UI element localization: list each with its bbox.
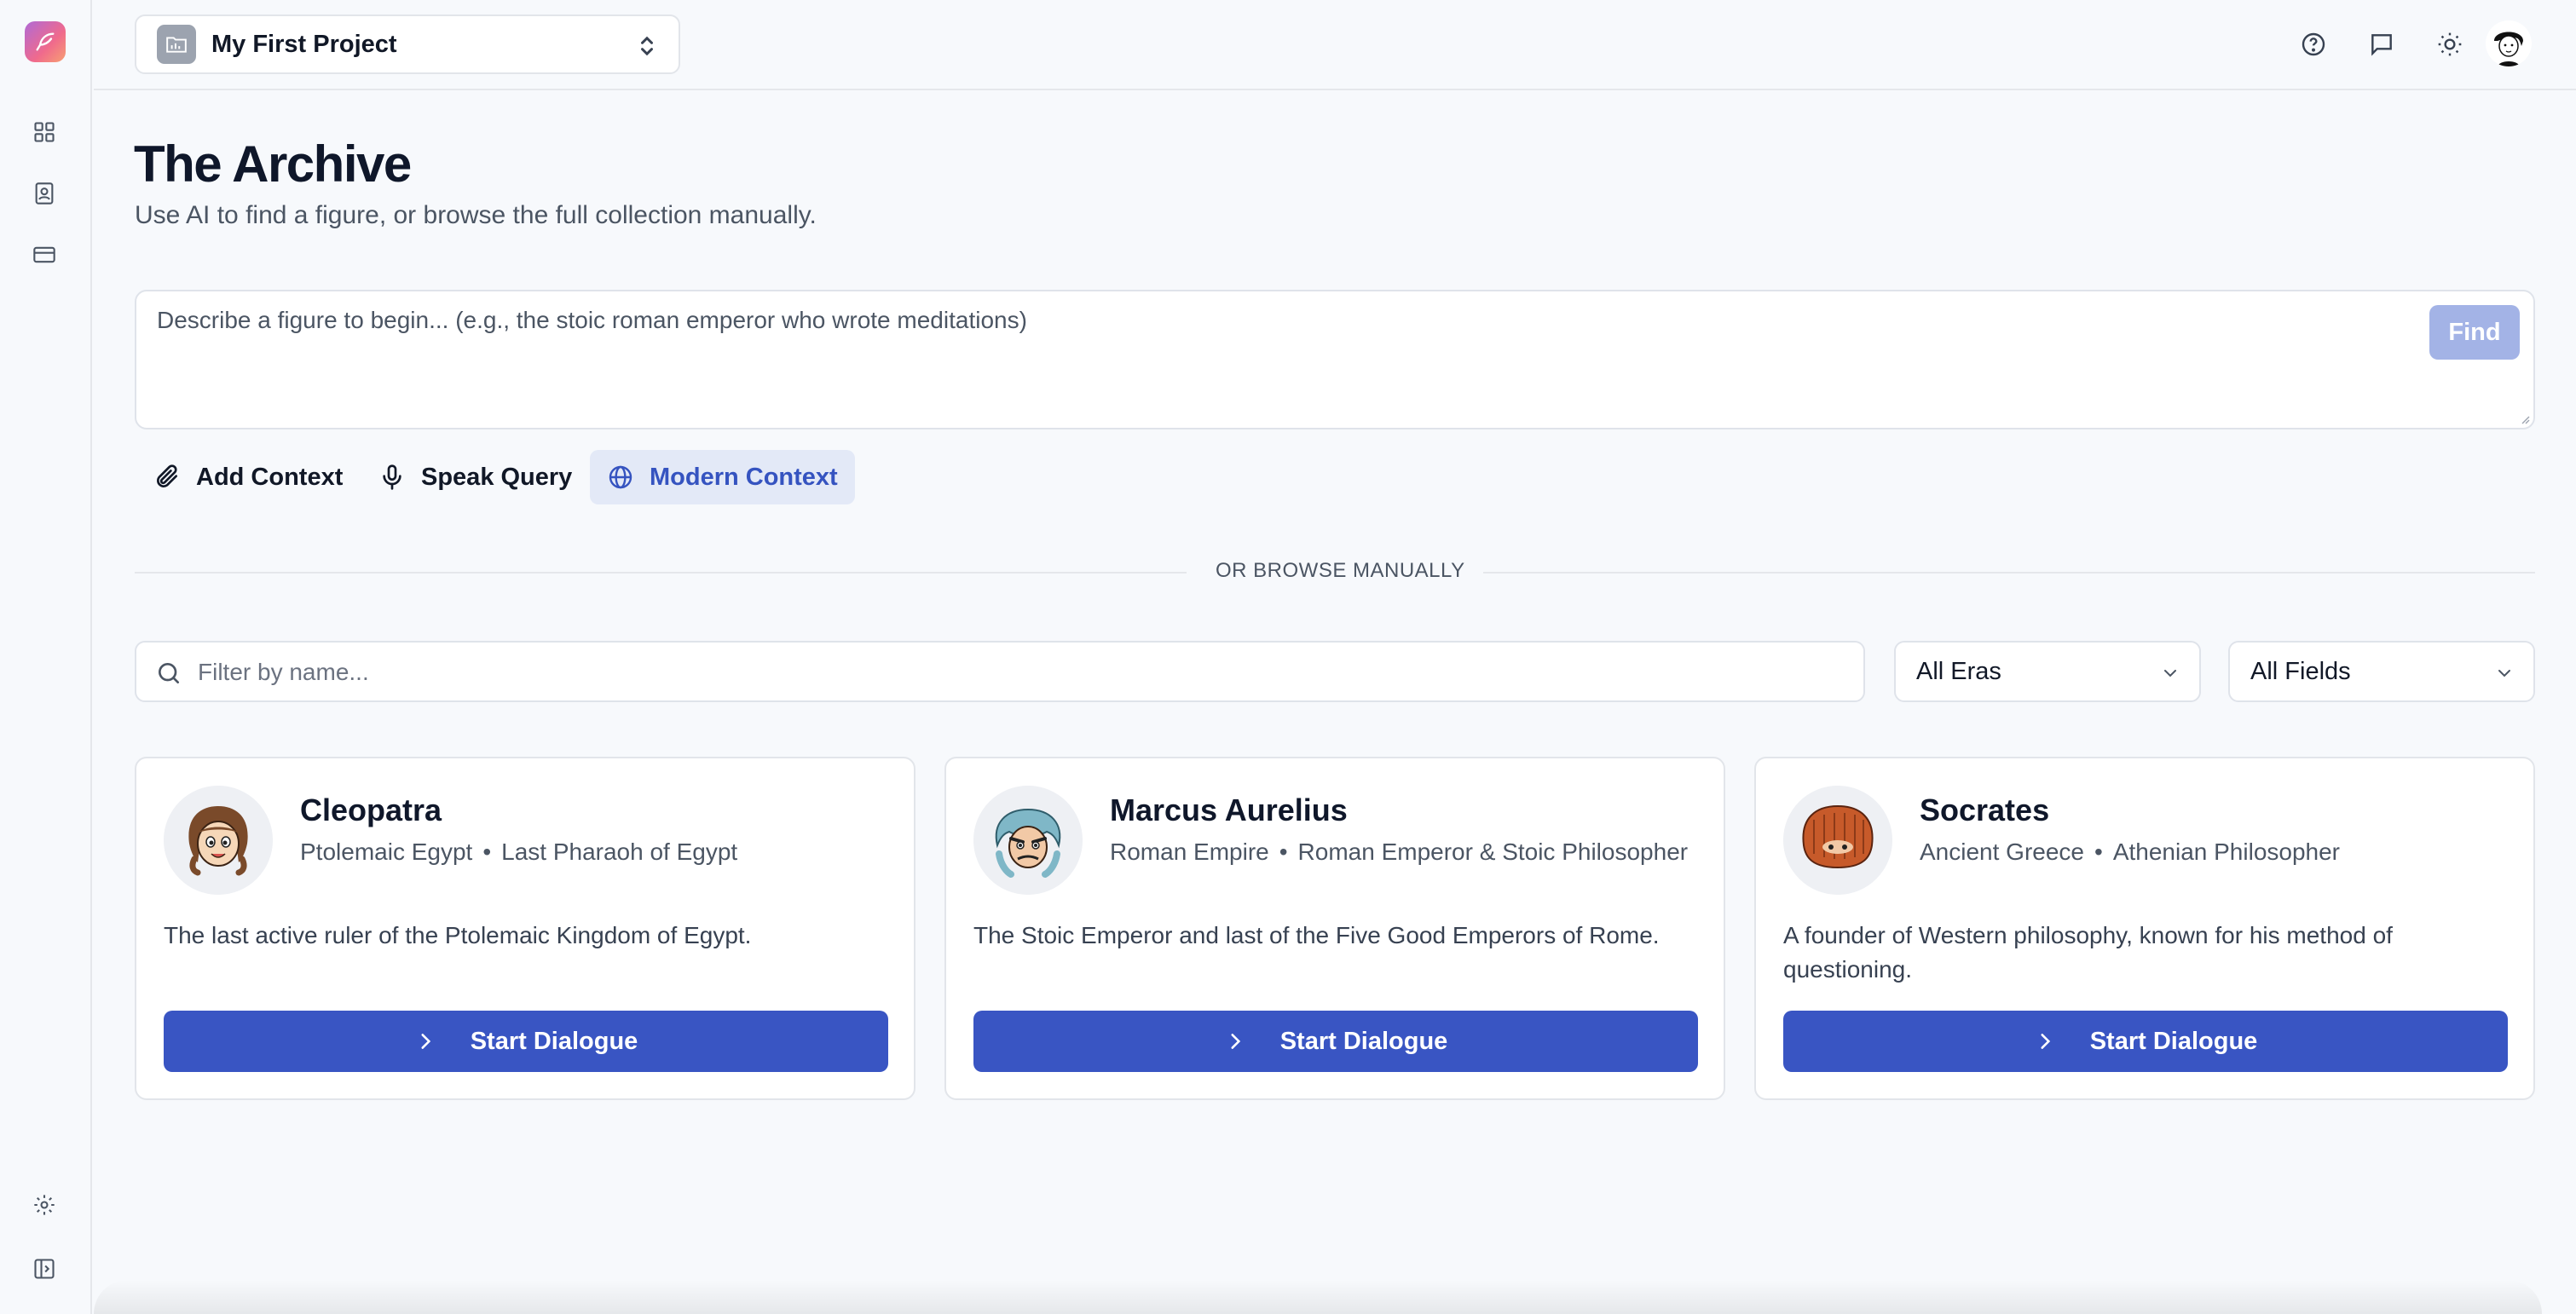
figure-description: A founder of Western philosophy, known f… (1783, 922, 2393, 983)
help-button[interactable] (2293, 24, 2334, 65)
sidebar-toggle-icon (34, 1259, 55, 1279)
add-context-button[interactable]: Add Context (136, 450, 360, 504)
sun-icon (2438, 32, 2462, 56)
meta-separator: • (482, 839, 492, 865)
speak-query-button[interactable]: Speak Query (361, 450, 589, 504)
chevron-right-icon (2041, 1034, 2050, 1049)
figure-name: Socrates (1920, 792, 2050, 827)
sidebar-item-billing[interactable] (29, 239, 60, 270)
project-selector[interactable]: My First Project (135, 14, 680, 74)
figure-role: Last Pharaoh of Egypt (501, 839, 738, 865)
microphone-icon (383, 464, 401, 490)
figure-card: Cleopatra Ptolemaic Egypt • Last Pharaoh o… (135, 757, 915, 1100)
figure-description: The Stoic Emperor and last of the Five G… (973, 922, 1660, 948)
credit-card-icon (33, 246, 55, 263)
filter-by-name-input[interactable] (198, 654, 1817, 690)
sidebar-item-dashboard[interactable] (29, 117, 60, 147)
figure-role: Athenian Philosopher (2112, 839, 2341, 865)
avatar (973, 786, 1083, 895)
chevron-right-icon (421, 1034, 430, 1049)
project-name: My First Project (211, 30, 397, 58)
figure-era: Roman Empire (1110, 839, 1269, 865)
sidebar (0, 0, 92, 1314)
divider-left (135, 572, 1187, 573)
add-context-label: Add Context (196, 463, 344, 491)
paperclip-icon (157, 464, 177, 487)
filter-box (135, 641, 1865, 702)
globe-icon (609, 465, 632, 489)
divider-right (1483, 572, 2535, 573)
page-subtitle: Use AI to find a figure, or browse the f… (135, 201, 817, 229)
figure-name: Cleopatra (300, 792, 442, 827)
era-select[interactable]: All Eras (1894, 641, 2201, 702)
meta-separator: • (2094, 839, 2103, 865)
sidebar-item-toggle[interactable] (29, 1253, 60, 1284)
feedback-button[interactable] (2361, 24, 2402, 65)
sidebar-item-contacts[interactable] (29, 178, 60, 209)
search-icon (159, 663, 179, 683)
field-select[interactable]: All Fields (2228, 641, 2535, 702)
ai-query-box: Find (135, 290, 2535, 429)
chat-icon (2371, 34, 2392, 56)
top-header: My First Project (94, 0, 2576, 90)
modern-context-label: Modern Context (650, 463, 838, 491)
sidebar-item-settings[interactable] (29, 1190, 60, 1220)
gear-icon (34, 1195, 55, 1215)
folder-icon (157, 25, 196, 64)
figure-role: Roman Emperor & Stoic Philosopher (1297, 839, 1689, 865)
field-select-value: All Fields (2250, 657, 2351, 685)
divider-label: OR BROWSE MANUALLY (1216, 559, 1465, 582)
bottom-shadow (94, 1280, 2542, 1314)
ai-query-input[interactable] (157, 307, 2390, 412)
start-dialogue-button[interactable]: Start Dialogue (164, 1011, 888, 1072)
figure-description: The last active ruler of the Ptolemaic K… (164, 922, 752, 948)
theme-toggle-button[interactable] (2429, 24, 2470, 65)
era-select-value: All Eras (1916, 657, 2001, 685)
chevron-down-icon (2498, 670, 2510, 677)
resize-grip-icon[interactable] (2518, 412, 2530, 424)
figure-meta: Ancient Greece • Athenian Philosopher (1920, 839, 2340, 866)
figure-era: Ptolemaic Egypt (300, 839, 473, 865)
help-icon (2302, 32, 2325, 56)
start-dialogue-button[interactable]: Start Dialogue (1783, 1011, 2508, 1072)
start-dialogue-button[interactable]: Start Dialogue (973, 1011, 1698, 1072)
find-button[interactable]: Find (2429, 305, 2520, 360)
meta-separator: • (1279, 839, 1288, 865)
figure-card: Socrates Ancient Greece • Athenian Philoso… (1754, 757, 2535, 1100)
chevron-right-icon (1231, 1034, 1240, 1049)
modern-context-toggle[interactable]: Modern Context (590, 450, 855, 504)
avatar (1783, 786, 1892, 895)
user-avatar[interactable] (2486, 20, 2532, 66)
start-dialogue-label: Start Dialogue (1279, 1027, 1448, 1055)
page-title: The Archive (134, 135, 412, 193)
chevron-down-icon (2164, 670, 2176, 677)
app-logo[interactable] (25, 21, 66, 62)
figure-name: Marcus Aurelius (1110, 792, 1348, 827)
figure-meta: Ptolemaic Egypt • Last Pharaoh of Egypt (300, 839, 737, 866)
feather-pen-icon (36, 32, 55, 51)
chevron-up-down-icon (641, 36, 653, 56)
figure-era: Ancient Greece (1920, 839, 2084, 865)
start-dialogue-label: Start Dialogue (2089, 1027, 2258, 1055)
figure-meta: Roman Empire • Roman Emperor & Stoic Philo… (1110, 839, 1688, 866)
avatar (164, 786, 273, 895)
contact-book-icon (35, 182, 54, 205)
speak-query-label: Speak Query (421, 463, 573, 491)
grid-icon (34, 122, 55, 142)
figure-card: Marcus Aurelius Roman Empire • Roman Emper… (944, 757, 1725, 1100)
start-dialogue-label: Start Dialogue (470, 1027, 638, 1055)
